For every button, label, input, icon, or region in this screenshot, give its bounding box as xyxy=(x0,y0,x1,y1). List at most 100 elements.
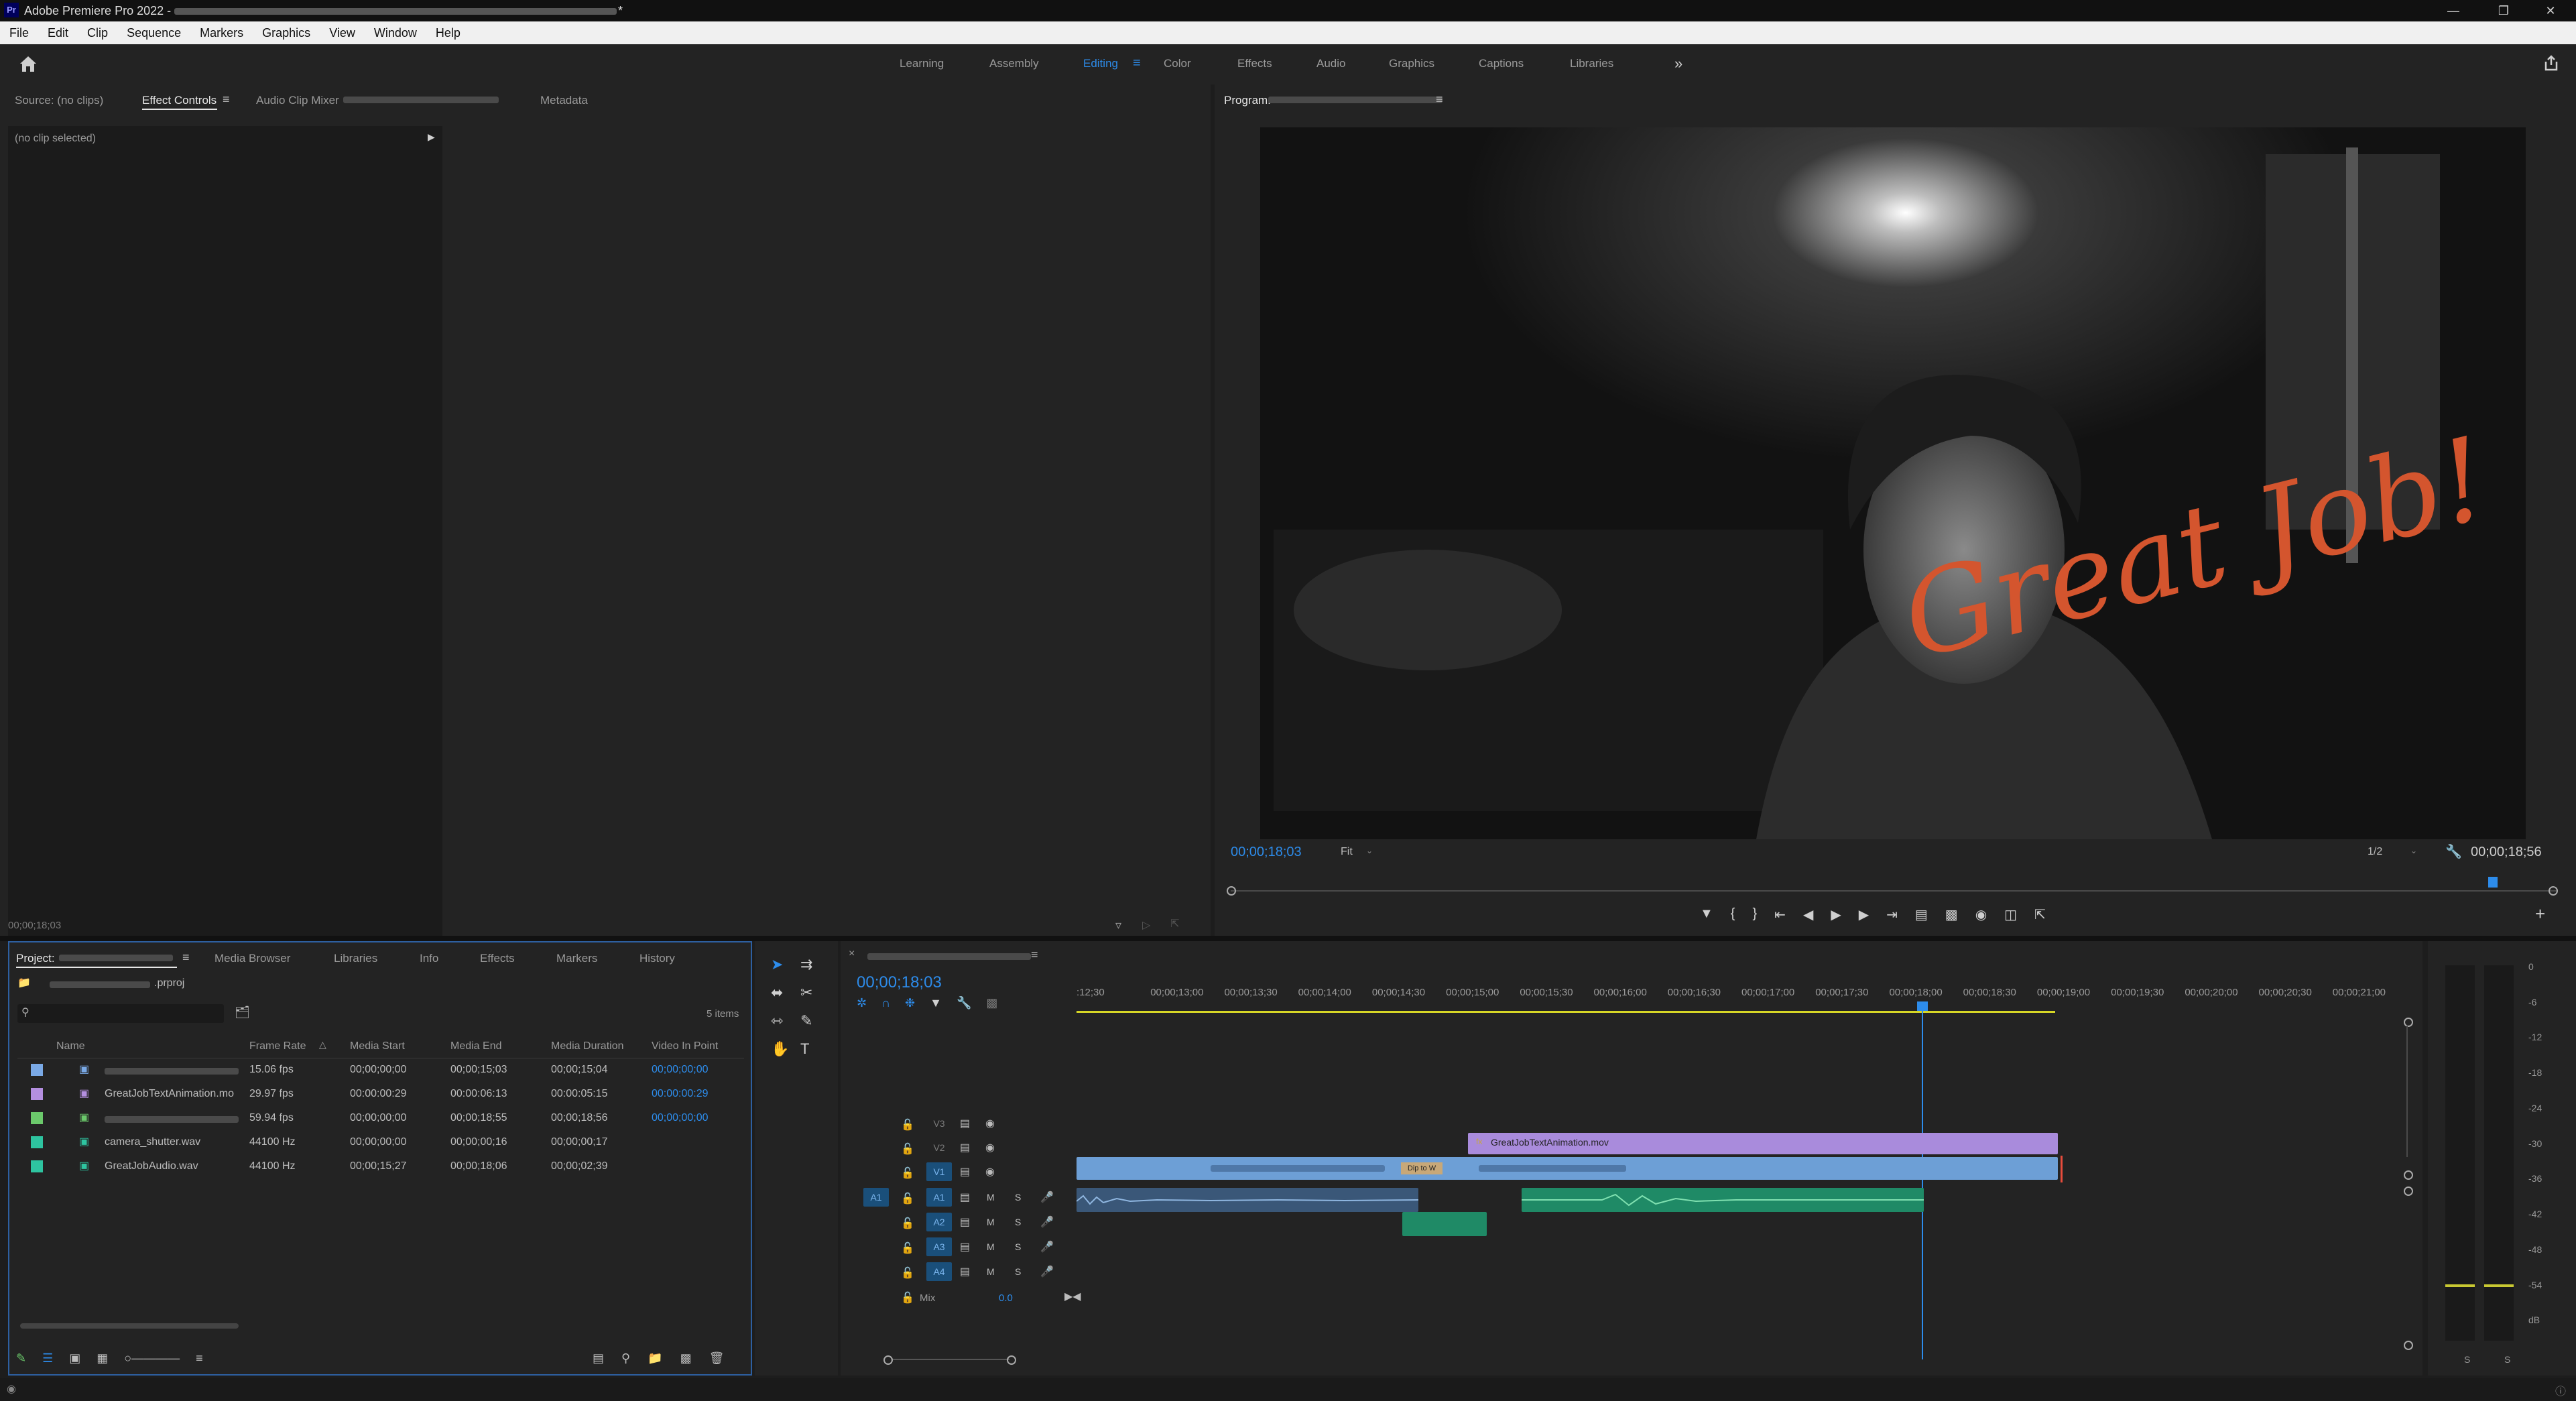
razor-tool-icon[interactable]: ✂ xyxy=(800,984,830,1001)
lock-icon[interactable]: 🔓 xyxy=(901,1166,914,1180)
program-current-timecode[interactable]: 00;00;18;03 xyxy=(1231,845,1302,860)
clip-audio-a1-greatjob[interactable] xyxy=(1522,1188,1924,1212)
sync-lock-icon[interactable]: ▤ xyxy=(960,1141,970,1154)
extract-icon[interactable]: ▩ xyxy=(1945,906,1958,923)
timeline-vscroll-top[interactable] xyxy=(2404,1018,2413,1027)
sync-lock-icon[interactable]: ▤ xyxy=(960,1191,970,1204)
comparison-view-icon[interactable]: ◫ xyxy=(2004,906,2017,923)
tab-effects[interactable]: Effects xyxy=(480,952,515,965)
list-view-icon[interactable]: ☰ xyxy=(42,1351,53,1365)
minimize-icon[interactable]: — xyxy=(2433,1,2473,20)
play-icon[interactable]: ▶ xyxy=(1831,906,1841,923)
new-bin-icon[interactable]: 📁 xyxy=(648,1351,662,1365)
close-sequence-icon[interactable]: × xyxy=(849,948,855,960)
tab-media-browser[interactable]: Media Browser xyxy=(214,952,290,965)
menu-item-graphics[interactable]: Graphics xyxy=(253,26,320,40)
nest-icon[interactable]: ✲ xyxy=(857,996,867,1010)
tab-audio-clip-mixer[interactable]: Audio Clip Mixer xyxy=(256,94,339,107)
track-select-tool-icon[interactable]: ⇉ xyxy=(800,956,830,973)
new-item-icon[interactable]: ▩ xyxy=(680,1351,692,1365)
program-playhead[interactable] xyxy=(2488,877,2498,888)
tab-project[interactable]: Project: xyxy=(16,952,55,965)
track-label-a1[interactable]: A1 xyxy=(926,1188,952,1207)
sync-lock-icon[interactable]: ▤ xyxy=(960,1117,970,1130)
label-color-swatch[interactable] xyxy=(31,1064,43,1076)
project-panel-menu-icon[interactable]: ≡ xyxy=(182,951,190,965)
go-to-out-icon[interactable]: ⇥ xyxy=(1886,906,1898,923)
pencil-icon[interactable]: ✎ xyxy=(16,1351,26,1365)
col-media-end[interactable]: Media End xyxy=(450,1040,502,1052)
tab-history[interactable]: History xyxy=(639,952,675,965)
dip-to-white-transition[interactable]: Dip to W xyxy=(1401,1162,1443,1174)
solo-button[interactable]: S xyxy=(1015,1241,1021,1252)
solo-button[interactable]: S xyxy=(1015,1266,1021,1277)
find-icon[interactable]: ⚲ xyxy=(621,1351,630,1365)
mute-button[interactable]: M xyxy=(987,1192,995,1203)
program-panel-menu-icon[interactable]: ≡ xyxy=(1436,93,1443,107)
program-video-frame[interactable]: Great Job! xyxy=(1260,127,2526,839)
add-marker-icon[interactable]: ▼ xyxy=(930,996,942,1010)
mute-button[interactable]: M xyxy=(987,1217,995,1227)
solo-right-button[interactable]: S xyxy=(2504,1354,2510,1365)
export-frame-camera-icon[interactable]: ◉ xyxy=(1975,906,1987,923)
timeline-audio-vscroll-bottom[interactable] xyxy=(2404,1341,2413,1350)
export-frame-icon[interactable]: ⇱ xyxy=(1170,917,1179,930)
program-scrub-bar[interactable] xyxy=(1231,890,2558,892)
selection-tool-icon[interactable]: ➤ xyxy=(771,956,800,973)
label-color-swatch[interactable] xyxy=(31,1136,43,1148)
workspace-tab-assembly[interactable]: Assembly xyxy=(989,57,1039,70)
mute-button[interactable]: M xyxy=(987,1241,995,1252)
filter-icon[interactable]: ▿ xyxy=(1115,918,1121,932)
workspace-tab-learning[interactable]: Learning xyxy=(900,57,944,70)
hand-tool-icon[interactable]: ✋ xyxy=(771,1040,800,1058)
track-label-a4[interactable]: A4 xyxy=(926,1262,952,1281)
col-media-duration[interactable]: Media Duration xyxy=(551,1040,624,1052)
workspace-tab-editing[interactable]: Editing xyxy=(1083,57,1118,70)
timeline-timecode[interactable]: 00;00;18;03 xyxy=(857,973,942,992)
type-tool-icon[interactable]: T xyxy=(800,1040,830,1058)
col-media-start[interactable]: Media Start xyxy=(350,1040,405,1052)
lock-icon[interactable]: 🔓 xyxy=(901,1266,914,1280)
restore-icon[interactable]: ❐ xyxy=(2483,1,2524,20)
captions-icon[interactable]: ▩ xyxy=(986,996,997,1010)
workspace-tab-libraries[interactable]: Libraries xyxy=(1570,57,1613,70)
workspace-tab-audio[interactable]: Audio xyxy=(1316,57,1345,70)
workspace-tab-effects[interactable]: Effects xyxy=(1237,57,1272,70)
timeline-zoom-track[interactable] xyxy=(893,1359,1009,1360)
workspace-menu-icon[interactable]: ≡ xyxy=(1133,56,1141,71)
clip-text-animation[interactable]: fx GreatJobTextAnimation.mov xyxy=(1468,1133,2058,1154)
freeform-view-icon[interactable]: ▦ xyxy=(97,1351,108,1365)
resolution-chevron-down-icon[interactable]: ⌄ xyxy=(2410,846,2417,855)
timeline-zoom-start[interactable] xyxy=(883,1355,893,1365)
share-icon[interactable] xyxy=(2542,54,2561,76)
workspace-tab-captions[interactable]: Captions xyxy=(1479,57,1524,70)
clip-audio-a2-shutter[interactable] xyxy=(1402,1212,1487,1236)
close-icon[interactable]: ✕ xyxy=(2530,1,2571,20)
export-icon[interactable]: ⇱ xyxy=(2034,906,2046,923)
col-video-in-point[interactable]: Video In Point xyxy=(652,1040,718,1052)
sync-lock-icon[interactable]: ▤ xyxy=(960,1215,970,1229)
track-label-a2[interactable]: A2 xyxy=(926,1213,952,1231)
eye-icon[interactable]: ◉ xyxy=(985,1117,995,1130)
clear-icon[interactable]: 🗑 xyxy=(709,1351,725,1365)
label-color-swatch[interactable] xyxy=(31,1088,43,1100)
solo-button[interactable]: S xyxy=(1015,1192,1021,1203)
zoom-chevron-down-icon[interactable]: ⌄ xyxy=(1366,846,1373,855)
project-search-input[interactable]: ⚲ xyxy=(17,1004,224,1023)
sync-lock-icon[interactable]: ▤ xyxy=(960,1240,970,1254)
timeline-vscroll-bottom[interactable] xyxy=(2404,1170,2413,1180)
solo-button[interactable]: S xyxy=(1015,1217,1021,1227)
more-workspaces-icon[interactable]: » xyxy=(1674,55,1682,72)
menu-item-help[interactable]: Help xyxy=(426,26,470,40)
timeline-playhead-handle[interactable] xyxy=(1917,1001,1928,1011)
table-row[interactable]: ▣ camera_shutter.wav 44100 Hz 00;00;00;00 00… xyxy=(17,1131,744,1155)
tab-info[interactable]: Info xyxy=(420,952,438,965)
menu-item-sequence[interactable]: Sequence xyxy=(117,26,190,40)
clip-video-v1[interactable] xyxy=(1077,1157,2058,1180)
microphone-icon[interactable]: 🎤 xyxy=(1040,1191,1054,1204)
tab-source[interactable]: Source: (no clips) xyxy=(15,94,103,107)
resolution-dropdown[interactable]: 1/2 xyxy=(2368,846,2382,858)
icon-view-icon[interactable]: ▣ xyxy=(69,1351,80,1365)
menu-item-clip[interactable]: Clip xyxy=(78,26,117,40)
go-to-start-icon[interactable]: ▶◀ xyxy=(1064,1290,1081,1303)
